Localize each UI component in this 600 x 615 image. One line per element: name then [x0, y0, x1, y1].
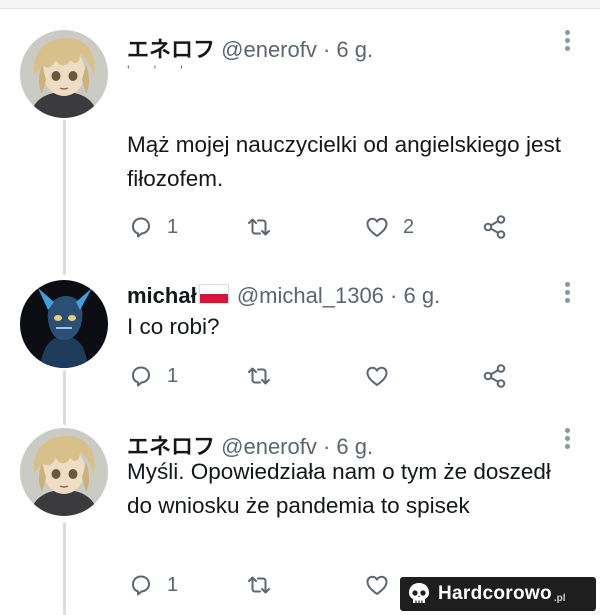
handle[interactable]: @michal_1306 [237, 283, 384, 308]
share-icon [481, 362, 509, 390]
skull-icon [409, 583, 429, 603]
avatar[interactable] [20, 428, 108, 516]
like-button[interactable] [363, 570, 391, 600]
tweet-text: I co robi? [127, 314, 220, 339]
reply-icon [127, 213, 155, 241]
retweet-icon [245, 571, 273, 599]
reply-button[interactable]: 1 [127, 361, 178, 391]
timestamp[interactable]: · 6 g. [390, 283, 440, 308]
display-name[interactable]: michał [127, 283, 197, 308]
more-icon[interactable] [558, 426, 576, 450]
retweet-button[interactable] [245, 361, 273, 391]
heart-icon [363, 213, 391, 241]
poland-flag-icon [198, 284, 229, 304]
reply-count: 1 [167, 215, 179, 238]
like-button[interactable]: 2 [363, 212, 414, 242]
thread-line [63, 522, 66, 615]
handle[interactable]: @enerofv [221, 37, 317, 62]
more-icon[interactable] [558, 28, 576, 52]
tweet-text: Mąż mojej nauczycielki od angielskiego j… [127, 132, 561, 191]
retweet-icon [245, 362, 273, 390]
retweet-button[interactable] [245, 570, 273, 600]
share-icon [481, 213, 509, 241]
retweet-button[interactable] [245, 212, 273, 242]
more-icon[interactable] [558, 280, 576, 304]
watermark: Hardcorowo .pl [400, 577, 596, 611]
timestamp[interactable]: · 6 g. [323, 37, 373, 62]
reply-icon [127, 571, 155, 599]
tweet-header: エネロフ @enerofv · 6 g. [127, 32, 373, 64]
top-divider [0, 0, 600, 9]
watermark-brand: Hardcorowo [438, 583, 552, 604]
reply-button[interactable]: 1 [127, 212, 178, 242]
thread-line [63, 370, 66, 425]
tweet-actions: 1 2 [127, 212, 527, 242]
thread-line [63, 120, 66, 275]
avatar[interactable] [20, 30, 108, 118]
avatar[interactable] [20, 280, 108, 368]
retweet-icon [245, 213, 273, 241]
display-name[interactable]: エネロフ [127, 37, 215, 62]
share-button[interactable] [481, 361, 509, 391]
reply-count: 1 [167, 364, 179, 387]
tweet-actions: 1 [127, 361, 527, 391]
heart-icon [363, 571, 391, 599]
tweet-header: michał @michal_1306 · 6 g. [127, 283, 440, 309]
share-button[interactable] [481, 212, 509, 242]
watermark-tld: .pl [553, 593, 566, 604]
heart-icon [363, 362, 391, 390]
reply-count: 1 [167, 573, 179, 596]
tweet-text: Myśli. Opowiedziała nam o tym że doszedł… [127, 459, 551, 518]
like-button[interactable] [363, 361, 391, 391]
reply-button[interactable]: 1 [127, 570, 178, 600]
reply-icon [127, 362, 155, 390]
reply-context: ' ' ' [127, 62, 193, 78]
like-count: 2 [403, 215, 415, 238]
